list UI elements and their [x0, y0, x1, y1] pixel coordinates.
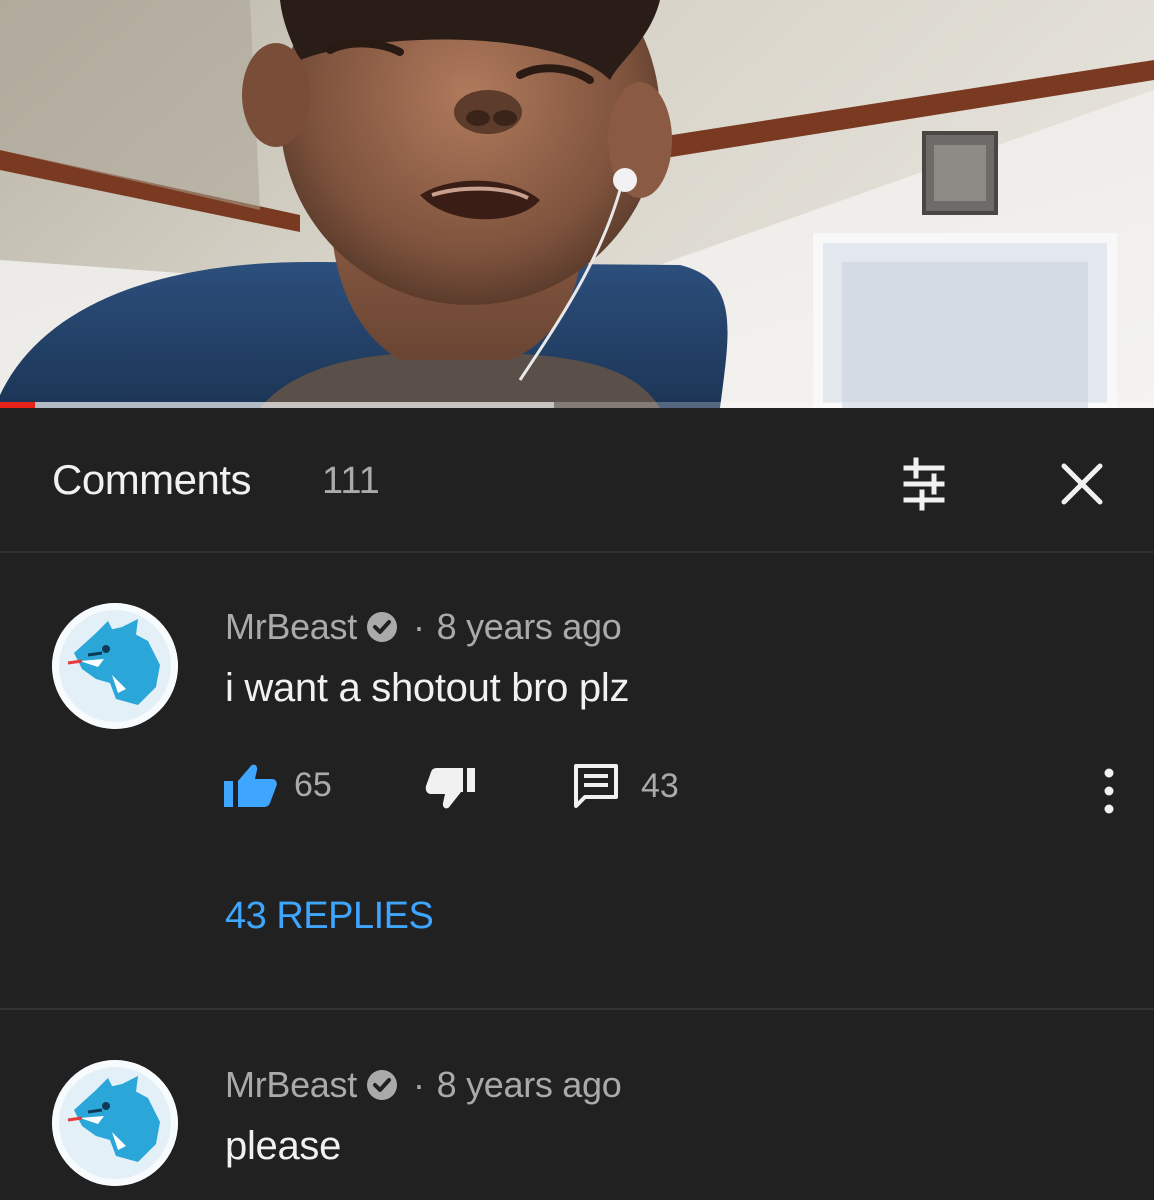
video-player[interactable] — [0, 0, 1154, 408]
like-button[interactable]: 65 — [222, 761, 332, 809]
comment-meta: MrBeast · 8 years ago — [225, 1064, 622, 1106]
comment-reply-icon — [573, 763, 619, 809]
mrbeast-logo-icon — [52, 603, 178, 729]
meta-separator: · — [412, 1064, 425, 1105]
like-count: 65 — [294, 765, 332, 804]
comment-text: please — [225, 1124, 342, 1168]
view-replies-link[interactable]: 43 REPLIES — [225, 895, 434, 938]
sort-button[interactable] — [892, 452, 956, 516]
thumbs-up-icon — [222, 761, 278, 809]
reply-count: 43 — [641, 766, 679, 805]
comment-meta: MrBeast · 8 years ago — [225, 606, 622, 648]
mrbeast-logo-icon — [52, 1060, 178, 1186]
comment-thread: MrBeast · 8 years ago i want a shotout b… — [0, 553, 1154, 1008]
comments-count: 111 — [322, 460, 380, 502]
comment-thread: MrBeast · 8 years ago please — [0, 1010, 1154, 1200]
video-frame — [0, 0, 1154, 408]
reply-button[interactable]: 43 — [573, 763, 679, 809]
sort-filter-icon — [892, 452, 956, 516]
close-icon — [1050, 452, 1114, 516]
verified-badge-icon — [365, 1068, 399, 1102]
comment-author[interactable]: MrBeast — [225, 1064, 357, 1106]
comment-time[interactable]: 8 years ago — [437, 606, 622, 648]
comment-text: i want a shotout bro plz — [225, 666, 630, 710]
dislike-button[interactable] — [425, 766, 477, 812]
thumbs-down-icon — [425, 766, 477, 812]
comment-author[interactable]: MrBeast — [225, 606, 357, 648]
avatar[interactable] — [52, 1060, 178, 1186]
meta-separator: · — [412, 606, 425, 647]
comment-menu-button[interactable] — [1094, 765, 1124, 817]
comments-panel: Comments 111 MrBeast · 8 years ago i wan… — [0, 408, 1154, 1200]
comments-title: Comments — [52, 456, 252, 503]
more-vertical-icon — [1094, 768, 1124, 821]
avatar[interactable] — [52, 603, 178, 729]
comments-header: Comments 111 — [0, 408, 1154, 553]
verified-badge-icon — [365, 610, 399, 644]
close-button[interactable] — [1050, 452, 1114, 516]
comment-time[interactable]: 8 years ago — [437, 1064, 622, 1106]
